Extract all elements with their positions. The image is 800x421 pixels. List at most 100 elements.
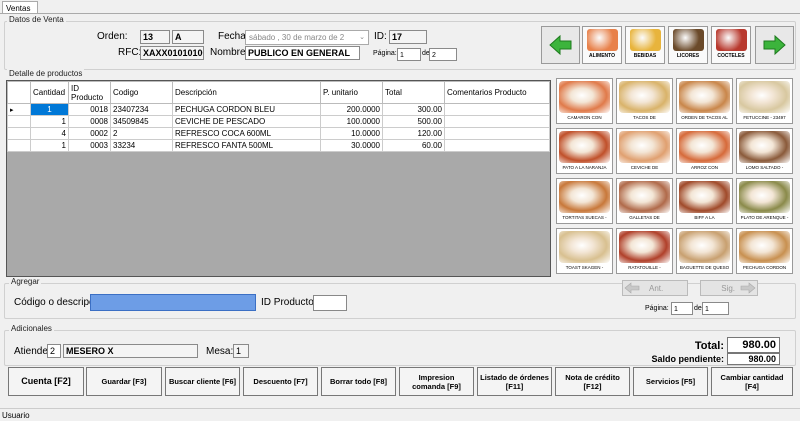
product-button[interactable]: PLATO DE ARENQUE - bbox=[736, 178, 793, 224]
cell-descripcion[interactable]: CEVICHE DE PESCADO bbox=[172, 115, 321, 128]
descuento-button[interactable]: Descuento [F7] bbox=[243, 367, 318, 396]
cell-codigo[interactable]: 33234 bbox=[110, 139, 173, 152]
cell-total[interactable]: 500.00 bbox=[382, 115, 445, 128]
agregar-pagina-label: Página: bbox=[645, 305, 669, 312]
cuenta-button[interactable]: Cuenta [F2] bbox=[8, 367, 84, 396]
table-row[interactable]: 1 0003 33234 REFRESCO FANTA 500ML 30.0000 60.… bbox=[7, 139, 550, 152]
cell-descripcion[interactable]: REFRESCO COCA 600ML bbox=[172, 127, 321, 140]
product-button[interactable]: ARROZ CON bbox=[676, 128, 733, 174]
table-row[interactable]: 1 0008 34509845 CEVICHE DE PESCADO 100.0000 5… bbox=[7, 115, 550, 128]
id-producto-input[interactable] bbox=[313, 295, 347, 311]
cell-id-producto[interactable]: 0018 bbox=[68, 103, 111, 116]
pagina-field[interactable]: 1 bbox=[397, 48, 421, 61]
atiende-number-field[interactable]: 2 bbox=[47, 344, 61, 358]
row-header[interactable] bbox=[7, 139, 31, 152]
product-button[interactable]: BAGUETTE DE QUESO bbox=[676, 228, 733, 274]
cambiar-cantidad-button[interactable]: Cambiar cantidad [F4] bbox=[711, 367, 793, 396]
cell-comentarios[interactable] bbox=[444, 103, 550, 116]
cell-total[interactable]: 120.00 bbox=[382, 127, 445, 140]
row-header[interactable] bbox=[7, 127, 31, 140]
product-button[interactable]: BIFF A LA bbox=[676, 178, 733, 224]
product-button[interactable]: TORTITAS SUECAS - bbox=[556, 178, 613, 224]
product-button[interactable]: TACOS DE bbox=[616, 78, 673, 124]
cell-cantidad[interactable]: 1 bbox=[30, 139, 69, 152]
table-row[interactable]: 4 0002 2 REFRESCO COCA 600ML 10.0000 120.00 bbox=[7, 127, 550, 140]
product-label: PLATO DE ARENQUE - bbox=[740, 215, 789, 220]
row-header[interactable]: ▸ bbox=[7, 103, 31, 116]
category-alimento-button[interactable]: ALIMENTO bbox=[582, 26, 622, 64]
cell-p-unitario[interactable]: 30.0000 bbox=[320, 139, 383, 152]
cell-codigo[interactable]: 34509845 bbox=[110, 115, 173, 128]
food-photo-icon bbox=[739, 181, 790, 213]
cell-id-producto[interactable]: 0008 bbox=[68, 115, 111, 128]
cell-comentarios[interactable] bbox=[444, 139, 550, 152]
col-id-producto[interactable]: ID Producto bbox=[68, 81, 111, 104]
button-label: Descuento [F7] bbox=[253, 377, 307, 386]
button-label: Nota de crédito [F12] bbox=[565, 373, 620, 391]
cell-comentarios[interactable] bbox=[444, 127, 550, 140]
shrimp-food-icon bbox=[586, 29, 618, 51]
col-total[interactable]: Total bbox=[382, 81, 445, 104]
category-cocteles-button[interactable]: COCTELES bbox=[711, 26, 751, 64]
arrow-right-icon bbox=[763, 34, 786, 56]
category-licores-button[interactable]: LICORES bbox=[668, 26, 708, 64]
servicios-button[interactable]: Servicios [F5] bbox=[633, 367, 708, 396]
product-button[interactable]: ORDEN DE TACOS AL bbox=[676, 78, 733, 124]
fecha-picker[interactable]: sábado , 30 de marzo de 2 ⌄ bbox=[245, 30, 369, 45]
row-header[interactable] bbox=[7, 115, 31, 128]
listado-ordenes-button[interactable]: Listado de órdenes [F11] bbox=[477, 367, 552, 396]
cell-descripcion[interactable]: REFRESCO FANTA 500ML bbox=[172, 139, 321, 152]
cell-descripcion[interactable]: PECHUGA CORDON BLEU bbox=[172, 103, 321, 116]
cell-total[interactable]: 60.00 bbox=[382, 139, 445, 152]
nombre-field[interactable]: PUBLICO EN GENERAL bbox=[245, 46, 360, 60]
guardar-button[interactable]: Guardar [F3] bbox=[86, 367, 162, 396]
category-prev-button[interactable] bbox=[541, 26, 580, 64]
cell-total[interactable]: 300.00 bbox=[382, 103, 445, 116]
buscar-cliente-button[interactable]: Buscar cliente [F6] bbox=[165, 367, 240, 396]
orden-serie-field: A bbox=[172, 30, 204, 44]
category-next-button[interactable] bbox=[755, 26, 794, 64]
impresion-comanda-button[interactable]: Impresion comanda [F9] bbox=[399, 367, 474, 396]
col-descripcion[interactable]: Descripción bbox=[172, 81, 321, 104]
col-codigo[interactable]: Codigo bbox=[110, 81, 173, 104]
cell-id-producto[interactable]: 0003 bbox=[68, 139, 111, 152]
food-photo-icon bbox=[619, 81, 670, 113]
food-photo-icon bbox=[559, 131, 610, 163]
cell-codigo[interactable]: 2 bbox=[110, 127, 173, 140]
cell-cantidad[interactable]: 1 bbox=[30, 115, 69, 128]
codigo-input[interactable] bbox=[90, 294, 256, 311]
cell-cantidad[interactable]: 1 bbox=[30, 103, 69, 116]
cell-p-unitario[interactable]: 200.0000 bbox=[320, 103, 383, 116]
cell-cantidad[interactable]: 4 bbox=[30, 127, 69, 140]
cell-id-producto[interactable]: 0002 bbox=[68, 127, 111, 140]
sig-button[interactable]: Sig. bbox=[700, 280, 758, 296]
product-button[interactable]: LOMO SALTADO - bbox=[736, 128, 793, 174]
cell-p-unitario[interactable]: 100.0000 bbox=[320, 115, 383, 128]
product-button[interactable]: GALLETAS DE bbox=[616, 178, 673, 224]
product-label: TORTITAS SUECAS - bbox=[562, 215, 607, 220]
col-cantidad[interactable]: Cantidad bbox=[30, 81, 69, 104]
chevron-down-icon[interactable]: ⌄ bbox=[359, 33, 365, 43]
pagina-label: Página: bbox=[373, 50, 397, 57]
cell-p-unitario[interactable]: 10.0000 bbox=[320, 127, 383, 140]
product-button[interactable]: CEVICHE DE bbox=[616, 128, 673, 174]
product-button[interactable]: FETUCCINE - 23497 bbox=[736, 78, 793, 124]
product-button[interactable]: PATO A LA NARANJA bbox=[556, 128, 613, 174]
cell-comentarios[interactable] bbox=[444, 115, 550, 128]
product-button[interactable]: PECHUGA CORDON bbox=[736, 228, 793, 274]
button-label-line1: Listado de órdenes bbox=[480, 372, 549, 382]
col-comentarios[interactable]: Comentarios Producto bbox=[444, 81, 550, 104]
cell-codigo[interactable]: 23407234 bbox=[110, 103, 173, 116]
category-bebidas-button[interactable]: BEBIDAS bbox=[625, 26, 665, 64]
product-button[interactable]: TOAST SKAGEN - bbox=[556, 228, 613, 274]
product-label: BIFF A LA bbox=[694, 215, 715, 220]
borrar-todo-button[interactable]: Borrar todo [F8] bbox=[321, 367, 396, 396]
col-p-unitario[interactable]: P. unitario bbox=[320, 81, 383, 104]
agregar-pagina-field[interactable]: 1 bbox=[671, 302, 693, 315]
product-button[interactable]: CAMARON CON bbox=[556, 78, 613, 124]
table-row[interactable]: ▸ 1 0018 23407234 PECHUGA CORDON BLEU 200.000… bbox=[7, 103, 550, 116]
product-button[interactable]: RATATOUILLE - bbox=[616, 228, 673, 274]
button-label-line1: Servicios [F5] bbox=[645, 377, 696, 386]
ant-button[interactable]: Ant. bbox=[622, 280, 688, 296]
nota-credito-button[interactable]: Nota de crédito [F12] bbox=[555, 367, 630, 396]
